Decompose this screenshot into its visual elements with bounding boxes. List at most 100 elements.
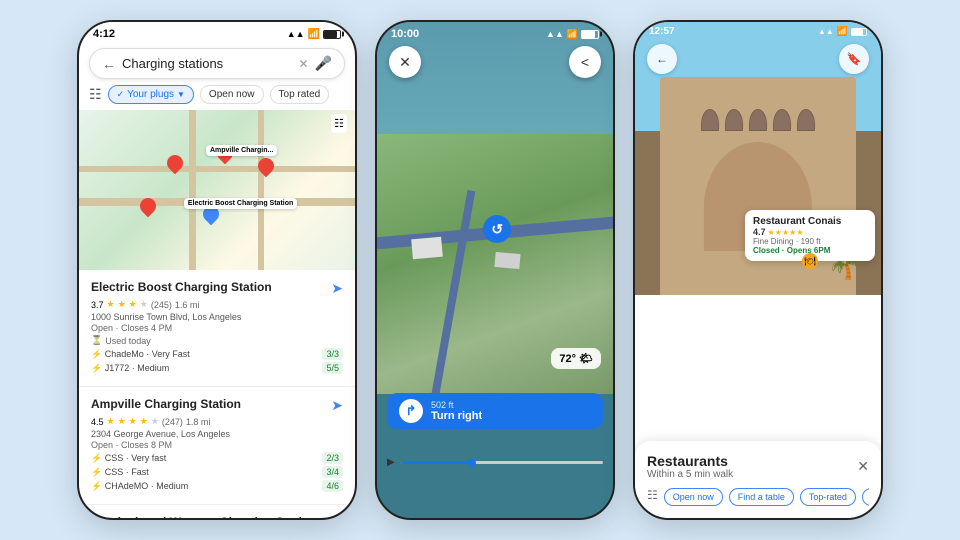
navigate-icon-1[interactable]: ➤ <box>331 280 343 297</box>
listing-name-3: Sherlock and Wattson Charging Station <box>91 515 327 520</box>
chip-top-rated[interactable]: Top rated <box>270 85 330 104</box>
search-bar[interactable]: ← Charging stations ✕ 🎤 <box>89 48 345 79</box>
map-road-v1 <box>189 110 196 270</box>
back-arrow-icon[interactable]: ← <box>102 56 116 72</box>
weather-icon: 🌤 <box>579 352 593 365</box>
listing-2[interactable]: Ampville Charging Station ➤ 4.5 ★★★★★ (2… <box>79 387 355 505</box>
time-1: 4:12 <box>93 28 115 40</box>
rating-value-1: 3.7 <box>91 300 104 310</box>
layers-icon[interactable]: ☷ <box>331 114 347 133</box>
progress-bar: ▶ <box>387 457 603 468</box>
address-1: 1000 Sunrise Town Blvd, Los Angeles <box>91 312 343 322</box>
chip-more[interactable]: More <box>862 488 869 506</box>
star-half: ★ <box>140 299 148 310</box>
restaurant-stars: 4.7 ★★★★★ <box>753 227 867 237</box>
distance-2: 1.8 mi <box>186 417 211 427</box>
distance-1: 1.6 mi <box>175 300 200 310</box>
chip-open-now-panel[interactable]: Open now <box>664 488 723 506</box>
listing-name-1: Electric Boost Charging Station <box>91 280 327 294</box>
status-1: Open · Closes 4 PM <box>91 323 343 333</box>
phone-charging-stations: 4:12 ▲▲ 📶 ← Charging stations ✕ 🎤 ☷ ✓ Yo… <box>77 20 357 520</box>
listing-name-2: Ampville Charging Station <box>91 397 327 411</box>
pin-red-1 <box>164 151 187 174</box>
building-2 <box>494 252 520 269</box>
map-pin-3[interactable] <box>258 158 274 178</box>
chevron-down-icon: ▼ <box>177 90 185 99</box>
wifi-icon: 📶 <box>308 29 320 40</box>
phone-restaurant: 🌴 ← 🔖 12:57 ▲▲ 📶 Restaurant Conais 4.7 ★… <box>633 20 883 520</box>
mic-icon[interactable]: 🎤 <box>315 55 332 72</box>
charger-type-1b: ⚡ J1772 · Medium <box>91 363 169 374</box>
pin-red-4 <box>136 195 159 218</box>
progress-track <box>401 461 603 464</box>
review-count-2: (247) <box>162 417 183 427</box>
signal-3: ▲▲ <box>818 27 834 36</box>
panel-title-group: Restaurants Within a 5 min walk <box>647 453 733 480</box>
panel-subtitle: Within a 5 min walk <box>647 469 733 480</box>
battery-icon-2 <box>581 30 599 39</box>
map-pin-5[interactable] <box>203 206 219 226</box>
share-button[interactable]: < <box>569 46 601 78</box>
map-road-v2 <box>258 110 264 270</box>
stars-2: 4.5 ★★★★★ (247) 1.8 mi <box>91 416 343 427</box>
check-icon: ✓ <box>117 89 125 100</box>
restaurant-info-card[interactable]: Restaurant Conais 4.7 ★★★★★ Fine Dining … <box>745 210 875 261</box>
map-pin-1[interactable] <box>167 155 183 175</box>
status-bar-2: 10:00 ▲▲ 📶 <box>377 22 613 42</box>
restaurant-name: Restaurant Conais <box>753 216 867 227</box>
charger-avail-1a: 3/3 <box>322 348 343 360</box>
direction-info: 502 ft Turn right <box>431 400 482 422</box>
restaurant-type: Fine Dining · 190 ft <box>753 237 867 246</box>
map-label-electric: Electric Boost Charging Station <box>184 198 297 209</box>
wifi-icon-2: ▲▲ <box>546 29 564 39</box>
charger-avail-1b: 5/5 <box>322 362 343 374</box>
status-bar-1: 4:12 ▲▲ 📶 <box>79 22 355 42</box>
map-pin-4[interactable] <box>140 198 156 218</box>
address-2: 2304 George Avenue, Los Angeles <box>91 429 343 439</box>
listing-3[interactable]: Sherlock and Wattson Charging Station ➤ … <box>79 505 355 520</box>
phone-navigation: 10:00 ▲▲ 📶 ↺ ✕ < 72° 🌤 <box>375 20 615 520</box>
play-button[interactable]: ▶ <box>387 457 395 468</box>
chip-top-rated-panel[interactable]: Top-rated <box>800 488 856 506</box>
chip-open-now[interactable]: Open now <box>200 85 264 104</box>
status-icons-1: ▲▲ 📶 <box>287 29 341 40</box>
charger-row-2a: ⚡ CSS · Very fast 2/3 <box>91 452 343 464</box>
wifi-3: 📶 <box>837 26 848 37</box>
right-content: 🌴 ← 🔖 12:57 ▲▲ 📶 Restaurant Conais 4.7 ★… <box>635 22 881 518</box>
charger-row-1b: ⚡ J1772 · Medium 5/5 <box>91 362 343 374</box>
clock-icon: ⏳ <box>91 335 102 346</box>
battery-icon <box>323 30 341 39</box>
pin-red-3 <box>255 155 278 178</box>
filter-panel-icon[interactable]: ☷ <box>647 488 658 506</box>
time-3: 12:57 <box>649 26 675 37</box>
close-button[interactable]: ✕ <box>389 46 421 78</box>
stars-1: 3.7 ★ ★ ★ ★ (245) 1.6 mi <box>91 299 343 310</box>
back-button-right[interactable]: ← <box>647 44 677 74</box>
aerial-map[interactable]: ↺ <box>377 22 613 394</box>
charger-row-2b: ⚡ CSS · Fast 3/4 <box>91 466 343 478</box>
time-2: 10:00 <box>391 28 419 40</box>
restaurant-rating: 4.7 <box>753 227 766 237</box>
window-5 <box>797 109 815 131</box>
navigate-icon-3[interactable]: ➤ <box>331 515 343 520</box>
bookmark-button[interactable]: 🔖 <box>839 44 869 74</box>
battery-3 <box>851 28 867 36</box>
x-icon[interactable]: ✕ <box>299 57 309 71</box>
map-view[interactable]: Ampville Chargin... Electric Boost Charg… <box>79 110 355 270</box>
filter-icon[interactable]: ☷ <box>89 86 102 103</box>
listing-1[interactable]: Electric Boost Charging Station ➤ 3.7 ★ … <box>79 270 355 387</box>
search-text: Charging stations <box>122 56 293 71</box>
bottom-panel: Restaurants Within a 5 min walk ✕ ☷ Open… <box>635 441 881 518</box>
restaurant-map-icon: 🍽 <box>802 253 818 269</box>
chip-find-table[interactable]: Find a table <box>729 488 794 506</box>
status-bar-3: 12:57 ▲▲ 📶 <box>635 22 881 41</box>
window-3 <box>749 109 767 131</box>
panel-close-button[interactable]: ✕ <box>857 458 869 475</box>
chip-your-plugs[interactable]: ✓ Your plugs ▼ <box>108 85 194 104</box>
navigate-icon-2[interactable]: ➤ <box>331 397 343 414</box>
panel-filters: ☷ Open now Find a table Top-rated More <box>647 488 869 506</box>
signal-icon: ▲▲ <box>287 29 305 39</box>
direction-text: Turn right <box>431 410 482 422</box>
direction-bar: ↱ 502 ft Turn right <box>387 393 603 429</box>
panel-header: Restaurants Within a 5 min walk ✕ <box>647 453 869 480</box>
